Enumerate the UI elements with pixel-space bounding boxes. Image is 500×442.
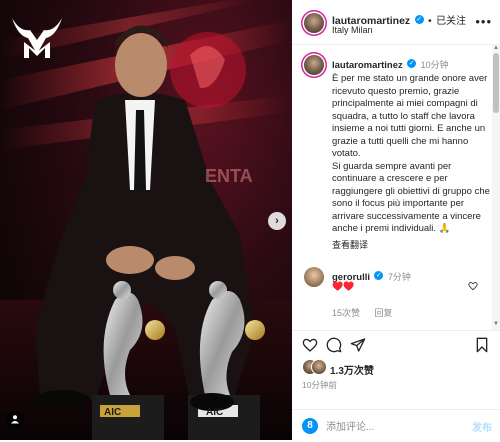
comment-reply-button[interactable]: 回复 bbox=[374, 308, 392, 318]
comment-likes[interactable]: 15次赞 bbox=[332, 308, 360, 318]
commenter-verified-icon: ✓ bbox=[374, 271, 384, 281]
user-tag-icon[interactable] bbox=[6, 410, 24, 428]
trophy-label-left: AIC bbox=[104, 407, 121, 418]
comment-input[interactable] bbox=[324, 417, 458, 437]
post-time: 10分钟前 bbox=[302, 380, 337, 390]
translate-link[interactable]: 查看翻译 bbox=[332, 238, 490, 251]
scroll-thumb[interactable] bbox=[493, 53, 499, 113]
likes-count[interactable]: 1.3万次赞 bbox=[330, 362, 374, 377]
scroll-down-icon[interactable]: ▼ bbox=[493, 321, 499, 327]
post-comment-button[interactable]: 发布 bbox=[472, 419, 492, 434]
emoji-picker-icon[interactable]: 8 bbox=[302, 418, 318, 434]
post-actions: 1.3万次赞 10分钟前 8 发布 bbox=[292, 330, 500, 441]
comment-bubble-icon[interactable] bbox=[326, 337, 342, 353]
backdrop-text: ENTA bbox=[205, 166, 253, 186]
author-avatar[interactable] bbox=[304, 13, 324, 33]
caption-text: È per me stato un grande onore aver rice… bbox=[332, 73, 490, 234]
caption-username[interactable]: lautaromartinez bbox=[332, 60, 403, 71]
caption-avatar[interactable] bbox=[304, 55, 324, 75]
separator-dot: • bbox=[428, 16, 432, 27]
follow-status-button[interactable]: 已关注 bbox=[436, 16, 466, 27]
like-heart-icon[interactable] bbox=[302, 337, 318, 353]
comment-like-heart-icon[interactable] bbox=[468, 281, 478, 291]
add-comment-bar: 8 发布 bbox=[292, 409, 500, 442]
post-photo: ENTA AIC AIC bbox=[0, 0, 292, 440]
scroll-up-icon[interactable]: ▲ bbox=[493, 45, 499, 51]
post-header: lautaromartinez ✓ • 已关注 Italy Milan ••• bbox=[292, 0, 500, 45]
trophy-label-right: AIC bbox=[206, 407, 223, 418]
mt-bull-logo-icon bbox=[12, 18, 62, 58]
comments-scrollbar[interactable]: ▲ ▼ bbox=[492, 45, 500, 330]
instagram-post-window: ENTA AIC AIC › lautaromartinez ✓ • 已关注 I… bbox=[0, 0, 500, 440]
liked-by-avatars[interactable] bbox=[302, 359, 330, 375]
verified-badge-icon: ✓ bbox=[414, 15, 424, 25]
more-horizontal-icon[interactable]: ••• bbox=[475, 14, 492, 29]
comment-text: ♥️♥️ bbox=[332, 281, 355, 291]
comment-item: gerorulli ✓ 7分钟 ♥️♥️ 15次赞 回复 bbox=[304, 267, 490, 327]
next-image-button[interactable]: › bbox=[268, 212, 286, 230]
comment-time: 7分钟 bbox=[387, 272, 411, 282]
commenter-avatar[interactable] bbox=[304, 267, 324, 287]
post-media[interactable]: ENTA AIC AIC › bbox=[0, 0, 292, 440]
save-bookmark-icon[interactable] bbox=[474, 337, 490, 353]
caption-time: 10分钟 bbox=[420, 60, 449, 70]
comments-list[interactable]: lautaromartinez ✓ 10分钟 È per me stato un… bbox=[292, 45, 492, 330]
caption-verified-icon: ✓ bbox=[407, 59, 417, 69]
post-location[interactable]: Italy Milan bbox=[332, 25, 373, 35]
share-send-icon[interactable] bbox=[350, 337, 366, 353]
post-sidebar: lautaromartinez ✓ • 已关注 Italy Milan ••• … bbox=[292, 0, 500, 440]
